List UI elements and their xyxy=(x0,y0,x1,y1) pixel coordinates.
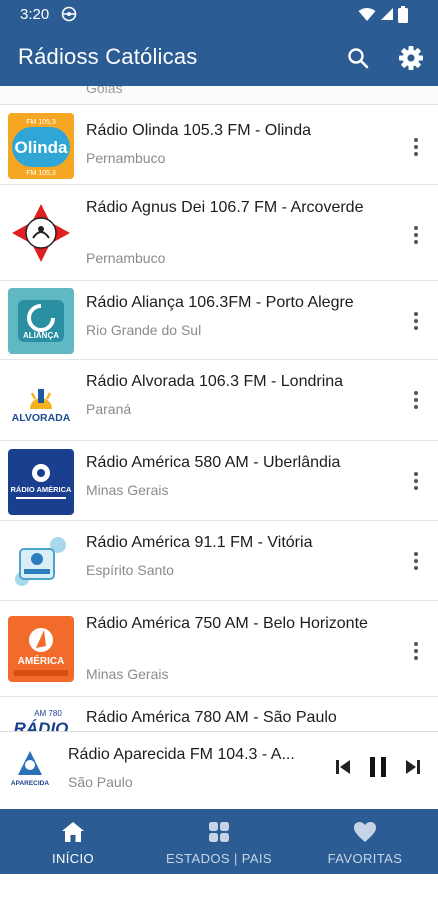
player-station-region: São Paulo xyxy=(68,774,133,790)
station-logo xyxy=(8,200,74,266)
nav-item-states[interactable]: ESTADOS | PAIS xyxy=(146,809,292,874)
app-notification-icon xyxy=(61,6,77,27)
nav-item-favorites[interactable]: FAVORITAS xyxy=(292,809,438,874)
status-bar: 3:20 xyxy=(0,0,438,30)
station-region: Minas Gerais xyxy=(86,666,169,682)
list-item[interactable]: Olinda FM 105,3 FM 105,3 Rádio Olinda 10… xyxy=(0,105,438,185)
svg-text:RÁDIO: RÁDIO xyxy=(14,719,69,731)
nav-label-states: ESTADOS | PAIS xyxy=(165,851,273,866)
more-options-icon[interactable] xyxy=(406,223,426,247)
station-name: Rádio Agnus Dei 106.7 FM - Arcoverde xyxy=(86,199,364,216)
pause-icon[interactable] xyxy=(367,756,389,783)
station-region: Pernambuco xyxy=(86,250,166,266)
grid-icon xyxy=(208,821,230,848)
signal-icon xyxy=(380,7,394,26)
list-item[interactable]: AMÉRICA Rádio América 750 AM - Belo Hori… xyxy=(0,602,438,697)
station-logo: Olinda FM 105,3 FM 105,3 xyxy=(8,113,74,179)
system-navigation-bar xyxy=(0,874,438,900)
svg-text:ALIANÇA: ALIANÇA xyxy=(23,331,59,340)
gear-icon[interactable] xyxy=(397,44,425,72)
list-item[interactable]: RÁDIO AMÉRICA Rádio América 580 AM - Ube… xyxy=(0,442,438,521)
svg-text:FM 105,3: FM 105,3 xyxy=(26,119,56,126)
station-name: Rádio América 750 AM - Belo Horizonte xyxy=(86,615,368,632)
bottom-navigation: INÍCIO ESTADOS | PAIS FAVORITAS xyxy=(0,809,438,874)
svg-text:Olinda: Olinda xyxy=(15,138,68,157)
skip-next-icon[interactable] xyxy=(404,758,422,781)
svg-text:FM 105,3: FM 105,3 xyxy=(26,170,56,177)
more-options-icon[interactable] xyxy=(406,309,426,333)
station-region: Goiás xyxy=(86,86,123,96)
station-region: Pernambuco xyxy=(86,150,166,166)
station-region: Minas Gerais xyxy=(86,482,169,498)
more-options-icon[interactable] xyxy=(406,388,426,412)
station-name: Rádio América 91.1 FM - Vitória xyxy=(86,534,313,551)
station-name: Rádio Olinda 105.3 FM - Olinda xyxy=(86,122,311,139)
svg-text:AM 780: AM 780 xyxy=(34,709,62,718)
mini-player[interactable]: APARECIDA Rádio Aparecida FM 104.3 - A..… xyxy=(0,731,438,809)
search-icon[interactable] xyxy=(344,44,372,72)
more-options-icon[interactable] xyxy=(406,639,426,663)
svg-text:ALVORADA: ALVORADA xyxy=(12,412,71,424)
station-logo: AMÉRICA xyxy=(8,616,74,682)
skip-previous-icon[interactable] xyxy=(334,758,352,781)
app-bar: Rádioss Católicas xyxy=(0,30,438,86)
nav-label-home: INÍCIO xyxy=(51,851,95,866)
station-region: Espírito Santo xyxy=(86,562,174,578)
player-station-logo: APARECIDA xyxy=(8,745,52,797)
more-options-icon[interactable] xyxy=(406,135,426,159)
station-logo xyxy=(8,529,74,595)
more-options-icon[interactable] xyxy=(406,469,426,493)
nav-label-favorites: FAVORITAS xyxy=(327,851,403,866)
app-title: Rádioss Católicas xyxy=(18,44,198,69)
list-item[interactable]: Rádio América 91.1 FM - Vitória Espírito… xyxy=(0,522,438,601)
station-name: Rádio Alvorada 106.3 FM - Londrina xyxy=(86,373,344,390)
list-item[interactable]: AM 780 RÁDIO Rádio América 780 AM - São … xyxy=(0,698,438,731)
station-name: Rádio Aliança 106.3FM - Porto Alegre xyxy=(86,294,354,311)
station-region: Rio Grande do Sul xyxy=(86,322,202,338)
station-name: Rádio América 580 AM - Uberlândia xyxy=(86,454,341,471)
svg-text:AMÉRICA: AMÉRICA xyxy=(18,654,65,667)
list-item[interactable]: Rádio Agnus Dei 106.7 FM - Arcoverde Per… xyxy=(0,186,438,281)
station-name: Rádio América 780 AM - São Paulo xyxy=(86,709,337,726)
wifi-icon xyxy=(358,7,376,27)
station-logo: ALVORADA xyxy=(8,369,74,435)
list-item-partial[interactable]: Goiás xyxy=(0,86,438,105)
player-station-name: Rádio Aparecida FM 104.3 - A... xyxy=(68,746,295,763)
home-icon xyxy=(61,821,85,848)
svg-text:RÁDIO AMÉRICA: RÁDIO AMÉRICA xyxy=(11,485,73,494)
station-logo: AM 780 RÁDIO xyxy=(8,706,74,731)
more-options-icon[interactable] xyxy=(406,549,426,573)
station-list[interactable]: Goiás Olinda FM 105,3 FM 105,3 Rádio Oli… xyxy=(0,86,438,731)
heart-icon xyxy=(353,821,377,848)
station-logo: ALIANÇA xyxy=(8,288,74,354)
nav-item-home[interactable]: INÍCIO xyxy=(0,809,146,874)
svg-text:APARECIDA: APARECIDA xyxy=(11,780,49,787)
station-logo: RÁDIO AMÉRICA xyxy=(8,449,74,515)
battery-icon xyxy=(398,6,408,28)
list-item[interactable]: ALVORADA Rádio Alvorada 106.3 FM - Londr… xyxy=(0,361,438,441)
status-time: 3:20 xyxy=(20,6,50,23)
list-item[interactable]: ALIANÇA Rádio Aliança 106.3FM - Porto Al… xyxy=(0,282,438,360)
station-region: Paraná xyxy=(86,401,132,417)
